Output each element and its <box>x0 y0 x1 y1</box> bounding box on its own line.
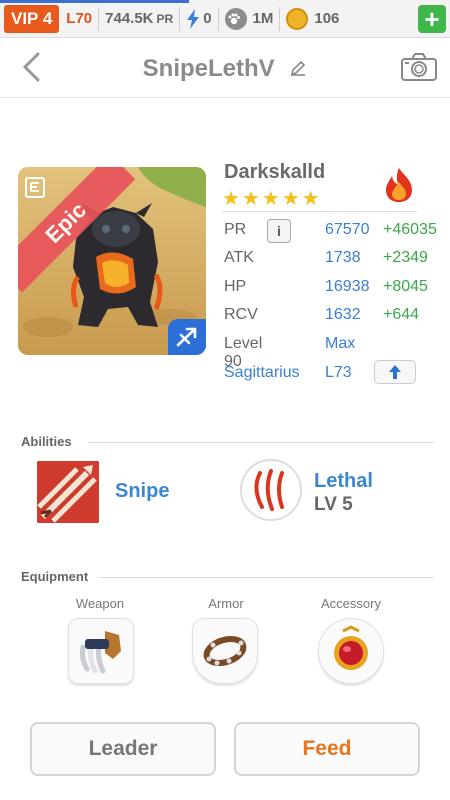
star-icon: ★ <box>281 188 300 210</box>
accessory-label: Accessory <box>321 596 381 611</box>
pr-value: 744.5K <box>105 10 154 27</box>
pencil-icon <box>291 60 306 76</box>
divider <box>98 577 434 578</box>
page-title: SnipeLethV <box>0 55 450 84</box>
equipped-tag-icon <box>24 175 46 204</box>
armor-label: Armor <box>208 596 244 611</box>
pr-unit: PR <box>156 12 174 26</box>
team-name: SnipeLethV <box>142 55 275 82</box>
ability-name[interactable]: Snipe <box>115 480 169 503</box>
energy-counter[interactable]: 0 <box>186 8 212 29</box>
ruby-amulet-icon <box>334 625 368 670</box>
camera-icon <box>401 53 437 81</box>
coin-counter[interactable]: 106 <box>286 7 340 30</box>
level-value: Max <box>325 335 356 352</box>
divider <box>279 6 281 31</box>
star-icon: ★ <box>301 188 320 210</box>
weapon-slot[interactable] <box>68 618 134 684</box>
star-icon: ★ <box>261 188 280 210</box>
star-icon: ★ <box>222 188 240 210</box>
divider <box>98 6 100 31</box>
food-value: 1M <box>252 10 274 27</box>
screenshot-button[interactable] <box>400 52 438 87</box>
paw-icon <box>224 7 247 30</box>
armor-slot[interactable] <box>192 618 258 684</box>
player-level: L70 <box>66 10 93 27</box>
equipment-heading: Equipment <box>21 569 89 584</box>
status-bar: VIP 4 L70 744.5K PR 0 1M 106 + <box>0 0 450 38</box>
stat-value: 1738 <box>325 249 361 266</box>
ability-name[interactable]: Lethal <box>314 470 373 493</box>
accessory-slot[interactable] <box>318 618 384 684</box>
feed-button[interactable]: Feed <box>234 722 420 776</box>
coin-value: 106 <box>314 10 340 27</box>
stat-value: 16938 <box>325 278 370 295</box>
stat-bonus: +46035 <box>383 221 437 238</box>
edit-name-button[interactable] <box>289 56 307 84</box>
stat-value: 67570 <box>325 221 370 238</box>
snipe-ability-icon[interactable] <box>37 461 99 523</box>
leader-button[interactable]: Leader <box>30 722 216 776</box>
star-rating: ★ ★ ★ ★ ★ <box>222 186 322 211</box>
lethal-ability-icon[interactable] <box>240 459 302 521</box>
lightning-icon <box>187 8 200 29</box>
stat-value: 1632 <box>325 306 361 323</box>
abilities-heading: Abilities <box>21 434 72 449</box>
monster-name: Darkskalld <box>224 161 326 183</box>
sign-label[interactable]: Sagittarius <box>224 364 300 382</box>
divider <box>222 211 417 212</box>
stat-bonus: +2349 <box>383 249 428 266</box>
spiked-collar-icon <box>203 636 247 666</box>
coin-icon <box>286 7 309 30</box>
stat-label: RCV <box>224 306 258 323</box>
fire-element-icon <box>382 166 416 209</box>
page-header: SnipeLethV <box>0 38 450 98</box>
arrow-up-icon <box>389 365 401 379</box>
divider <box>179 6 181 31</box>
divider <box>217 6 219 31</box>
sagittarius-badge <box>168 319 206 355</box>
player-power-rating: 744.5K PR <box>105 10 173 27</box>
claw-weapon-icon <box>80 631 121 674</box>
stat-label: HP <box>224 278 247 295</box>
arrow-icon <box>176 327 197 347</box>
food-counter[interactable]: 1M <box>224 7 274 30</box>
star-icon: ★ <box>241 188 260 210</box>
add-coins-button[interactable]: + <box>418 4 446 33</box>
stat-label: ATK <box>224 249 254 266</box>
upgrade-sign-button[interactable] <box>374 360 416 384</box>
xp-progress-bar <box>0 0 189 3</box>
stat-label: PR <box>224 221 247 238</box>
sign-level: L73 <box>325 364 352 381</box>
vip-badge[interactable]: VIP 4 <box>4 4 60 33</box>
energy-value: 0 <box>203 10 212 27</box>
monster-portrait[interactable]: Epic <box>18 167 206 355</box>
ability-level: LV 5 <box>314 494 353 515</box>
weapon-label: Weapon <box>75 596 125 611</box>
stat-bonus: +644 <box>383 306 420 323</box>
info-button[interactable]: i <box>267 219 291 243</box>
divider <box>88 442 434 443</box>
stat-bonus: +8045 <box>383 278 428 295</box>
